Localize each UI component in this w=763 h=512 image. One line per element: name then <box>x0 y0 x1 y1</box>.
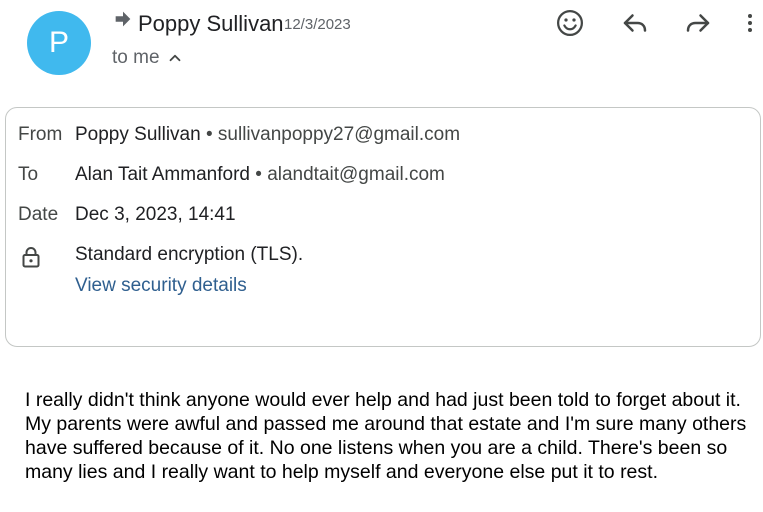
to-name: Alan Tait Ammanford <box>75 164 250 185</box>
to-value: Alan Tait Ammanford • alandtait@gmail.co… <box>75 164 445 186</box>
separator-dot: • <box>255 164 268 185</box>
forwarded-icon <box>115 11 131 27</box>
to-label: To <box>18 164 39 185</box>
view-security-details-link[interactable]: View security details <box>75 275 247 297</box>
from-email[interactable]: sullivanpoppy27@gmail.com <box>218 124 460 145</box>
avatar-letter: P <box>48 26 69 59</box>
chevron-up-icon[interactable] <box>166 49 184 67</box>
emoji-button[interactable] <box>553 6 587 40</box>
from-name: Poppy Sullivan <box>75 124 201 145</box>
message-body: I really didn't think anyone would ever … <box>25 389 747 483</box>
from-label: From <box>18 124 63 145</box>
message-details-panel: From Poppy Sullivan • sullivanpoppy27@gm… <box>5 107 761 347</box>
from-value: Poppy Sullivan • sullivanpoppy27@gmail.c… <box>75 124 460 146</box>
lock-icon <box>22 247 40 268</box>
reply-button[interactable] <box>618 6 652 40</box>
more-vert-icon <box>748 14 752 32</box>
date-label: Date <box>18 204 59 225</box>
avatar[interactable]: P <box>27 11 91 75</box>
recipient-summary[interactable]: to me <box>112 47 184 69</box>
date-value: Dec 3, 2023, 14:41 <box>75 204 236 225</box>
forward-button[interactable] <box>681 6 715 40</box>
more-options-button[interactable] <box>738 6 762 40</box>
forward-icon <box>686 14 710 32</box>
encryption-status: Standard encryption (TLS). <box>75 244 304 265</box>
reply-icon <box>623 14 647 32</box>
sender-name[interactable]: Poppy Sullivan <box>138 11 284 37</box>
sender-date: 12/3/2023 <box>284 16 351 33</box>
to-me-label: to me <box>112 47 160 68</box>
to-email[interactable]: alandtait@gmail.com <box>267 164 445 185</box>
separator-dot: • <box>205 124 218 145</box>
emoji-icon <box>557 10 583 36</box>
